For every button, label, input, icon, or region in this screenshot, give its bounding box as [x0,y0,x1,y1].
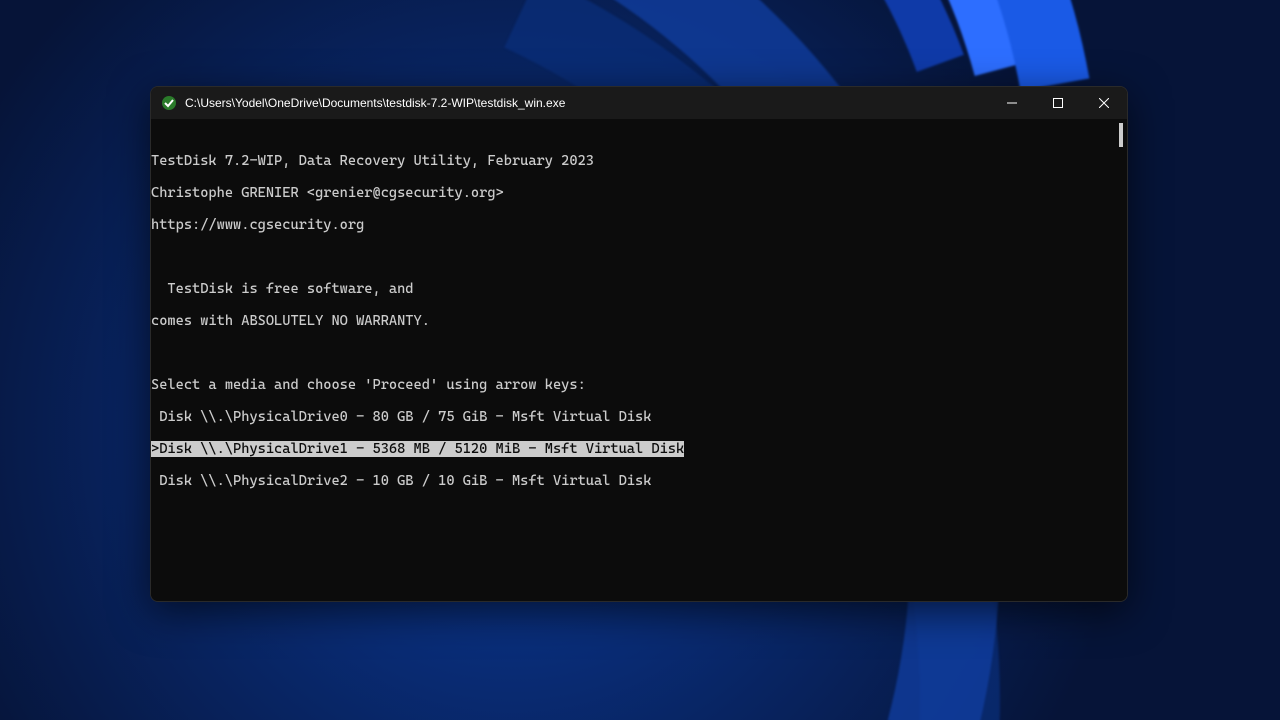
console-window: C:\Users\Yodel\OneDrive\Documents\testdi… [150,86,1128,602]
header-line: https://www.cgsecurity.org [151,217,1127,233]
disk-option[interactable]: Disk \\.\PhysicalDrive0 - 80 GB / 75 GiB… [151,409,1127,425]
app-icon [161,95,177,111]
close-button[interactable] [1081,87,1127,119]
scrollbar[interactable] [1119,123,1123,147]
terminal-output[interactable]: TestDisk 7.2-WIP, Data Recovery Utility,… [151,119,1127,602]
disk-option[interactable]: Disk \\.\PhysicalDrive2 - 10 GB / 10 GiB… [151,473,1127,489]
header-line: Christophe GRENIER <grenier@cgsecurity.o… [151,185,1127,201]
intro-line: TestDisk is free software, and [151,281,1127,297]
disk-option-selected[interactable]: >Disk \\.\PhysicalDrive1 - 5368 MB / 512… [151,441,1127,457]
intro-line: comes with ABSOLUTELY NO WARRANTY. [151,313,1127,329]
minimize-button[interactable] [989,87,1035,119]
header-line: TestDisk 7.2-WIP, Data Recovery Utility,… [151,153,1127,169]
prompt-line: Select a media and choose 'Proceed' usin… [151,377,1127,393]
maximize-button[interactable] [1035,87,1081,119]
titlebar[interactable]: C:\Users\Yodel\OneDrive\Documents\testdi… [151,87,1127,119]
window-title: C:\Users\Yodel\OneDrive\Documents\testdi… [185,96,565,110]
